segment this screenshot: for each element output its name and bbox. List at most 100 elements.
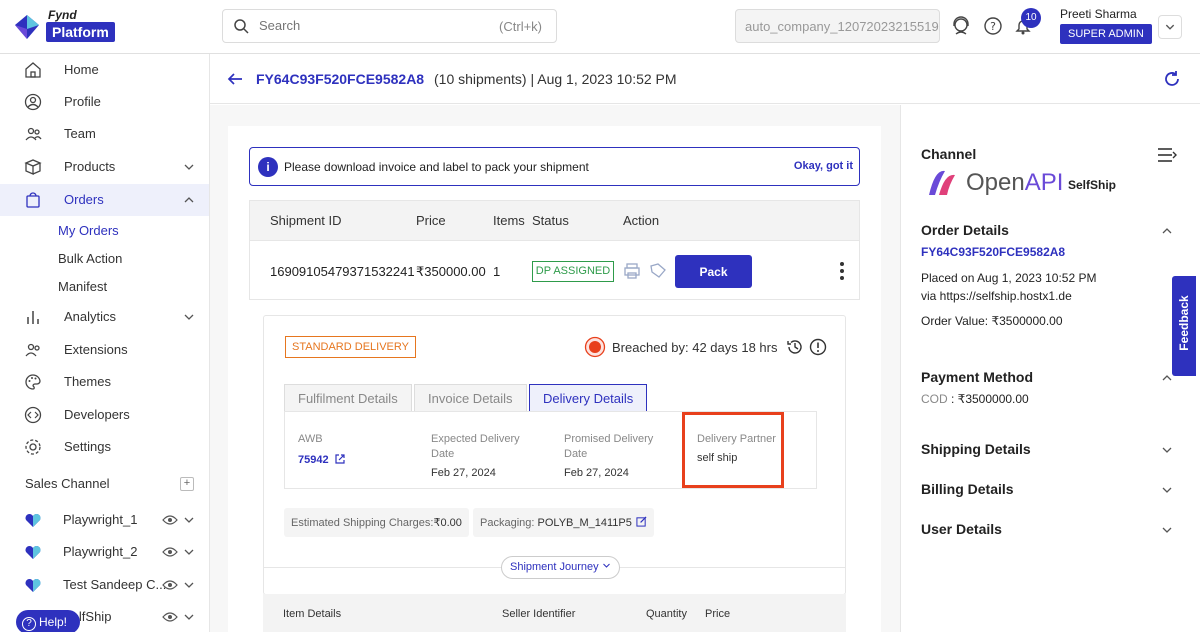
sales-channel-item[interactable]: Test Sandeep C... [0,570,209,600]
user-details-title[interactable]: User Details [921,521,1002,537]
sidebar-item-analytics[interactable]: Analytics [0,301,209,333]
shipping-details-title[interactable]: Shipping Details [921,441,1031,457]
search-input[interactable] [259,18,479,33]
info-banner: i Please download invoice and label to p… [249,147,860,186]
chevron-down-icon[interactable] [1161,484,1173,496]
order-id-link[interactable]: FY64C93F520FCE9582A8 [921,245,1065,259]
shipment-table: Shipment ID Price Items Status Action 16… [249,200,860,300]
refresh-icon[interactable] [1162,69,1182,89]
external-link-icon[interactable] [334,453,346,465]
sidebar-item-profile[interactable]: Profile [0,86,209,118]
chevron-up-icon[interactable] [1161,225,1173,237]
logo-fynd-text: Fynd [48,8,77,22]
search-icon [234,19,249,34]
sidebar-subitem-my-orders[interactable]: My Orders [58,223,119,238]
user-menu-dropdown[interactable] [1158,15,1182,39]
tab-delivery-details[interactable]: Delivery Details [529,384,648,412]
order-meta: (10 shipments) | Aug 1, 2023 10:52 PM [434,71,677,87]
chevron-down-icon [184,517,194,523]
shopping-bag-icon [26,192,40,208]
payment-method-title[interactable]: Payment Method [921,369,1033,385]
fynd-platform-logo[interactable]: Fynd Platform [12,8,122,46]
sales-channel-item[interactable]: Playwright_2 [0,537,209,567]
channel-name-api: API [1024,169,1064,196]
sales-channel-item[interactable]: Playwright_1 [0,505,209,535]
bar-chart-icon [27,311,39,324]
help-circle-icon[interactable]: ? [982,15,1004,37]
fynd-logo-icon [15,15,39,39]
eye-icon[interactable] [162,610,178,624]
sidebar-item-settings[interactable]: Settings [0,431,209,463]
sidebar-item-label: Profile [64,94,101,109]
th-shipment-id: Shipment ID [270,213,342,228]
sidebar-item-themes[interactable]: Themes [0,366,209,398]
feedback-label: Feedback [1177,295,1191,351]
channel-title: Channel [921,146,977,162]
eye-icon[interactable] [162,578,178,592]
chevron-down-icon[interactable] [1161,524,1173,536]
channel-name: OpenAPI [966,169,1063,197]
chevron-down-icon [602,563,610,568]
expected-delivery-label: Expected Delivery [431,433,520,445]
tab-fulfilment-details[interactable]: Fulfilment Details [284,384,412,412]
support-agent-icon[interactable] [950,15,972,37]
user-name: Preeti Sharma [1060,7,1137,21]
box-icon [24,159,42,175]
sidebar-subitem-bulk-action[interactable]: Bulk Action [58,251,122,266]
chevron-up-icon [184,197,194,203]
extensions-icon [25,343,40,357]
arrow-left-icon[interactable] [226,70,244,88]
feedback-tab[interactable]: Feedback [1172,276,1196,376]
pack-button[interactable]: Pack [675,255,752,288]
help-button-label: Help! [39,615,68,629]
sales-channel-heading: Sales Channel [25,476,110,491]
edit-icon[interactable] [636,516,647,527]
chevron-down-icon[interactable] [1161,444,1173,456]
printer-icon[interactable] [623,262,641,280]
sidebar-item-label: Developers [64,407,130,422]
highlight-box [682,412,784,488]
awb-link[interactable]: 75942 [298,454,329,466]
okay-got-it-button[interactable]: Okay, got it [794,160,853,172]
promised-delivery-label-line2: Date [564,448,588,460]
th-seller-identifier: Seller Identifier [502,608,576,620]
billing-details-title[interactable]: Billing Details [921,481,1014,497]
sidebar-item-orders[interactable]: Orders [0,184,209,216]
order-side-panel: Channel OpenAPI SelfShip Order Details F… [900,105,1200,632]
chevron-down-icon [184,614,194,620]
payment-detail: COD : ₹3500000.00 [921,392,1029,406]
expected-delivery-label-line2: Date [431,448,455,460]
th-price: Price [416,213,446,228]
sidebar-item-extensions[interactable]: Extensions [0,334,209,366]
help-button[interactable]: ? Help! [16,610,80,632]
chevron-down-icon [184,582,194,588]
company-selector[interactable]: auto_company_120720232155193 [735,9,940,43]
history-icon[interactable] [786,338,804,356]
sidebar-item-label: Extensions [64,342,128,357]
sidebar-item-home[interactable]: Home [0,54,209,86]
eye-icon[interactable] [162,545,178,559]
add-sales-channel-button[interactable]: + [180,477,194,491]
alert-circle-icon[interactable] [809,338,827,356]
openapi-logo-icon [929,170,955,195]
sidebar-item-products[interactable]: Products [0,151,209,183]
shipment-price: ₹350000.00 [416,264,486,279]
eye-icon[interactable] [162,513,178,527]
search-shortcut-hint: (Ctrl+k) [499,19,542,34]
menu-collapse-icon[interactable] [1157,147,1177,163]
tag-icon[interactable] [649,262,667,280]
order-details-title[interactable]: Order Details [921,222,1009,238]
sidebar-item-team[interactable]: Team [0,118,209,150]
global-search[interactable]: (Ctrl+k) [222,9,557,43]
sales-channel-name: Playwright_1 [63,512,138,527]
th-quantity: Quantity [646,608,687,620]
channel-heart-icon [25,578,41,592]
tab-invoice-details[interactable]: Invoice Details [414,384,527,412]
sidebar-item-developers[interactable]: Developers [0,399,209,431]
more-options-icon[interactable] [838,261,846,281]
shipment-journey-button[interactable]: Shipment Journey [501,556,620,579]
estimated-shipping-charges: Estimated Shipping Charges:₹0.00 [284,508,469,537]
user-circle-icon [24,93,42,111]
sidebar-subitem-manifest[interactable]: Manifest [58,279,107,294]
sidebar-item-label: Themes [64,374,111,389]
